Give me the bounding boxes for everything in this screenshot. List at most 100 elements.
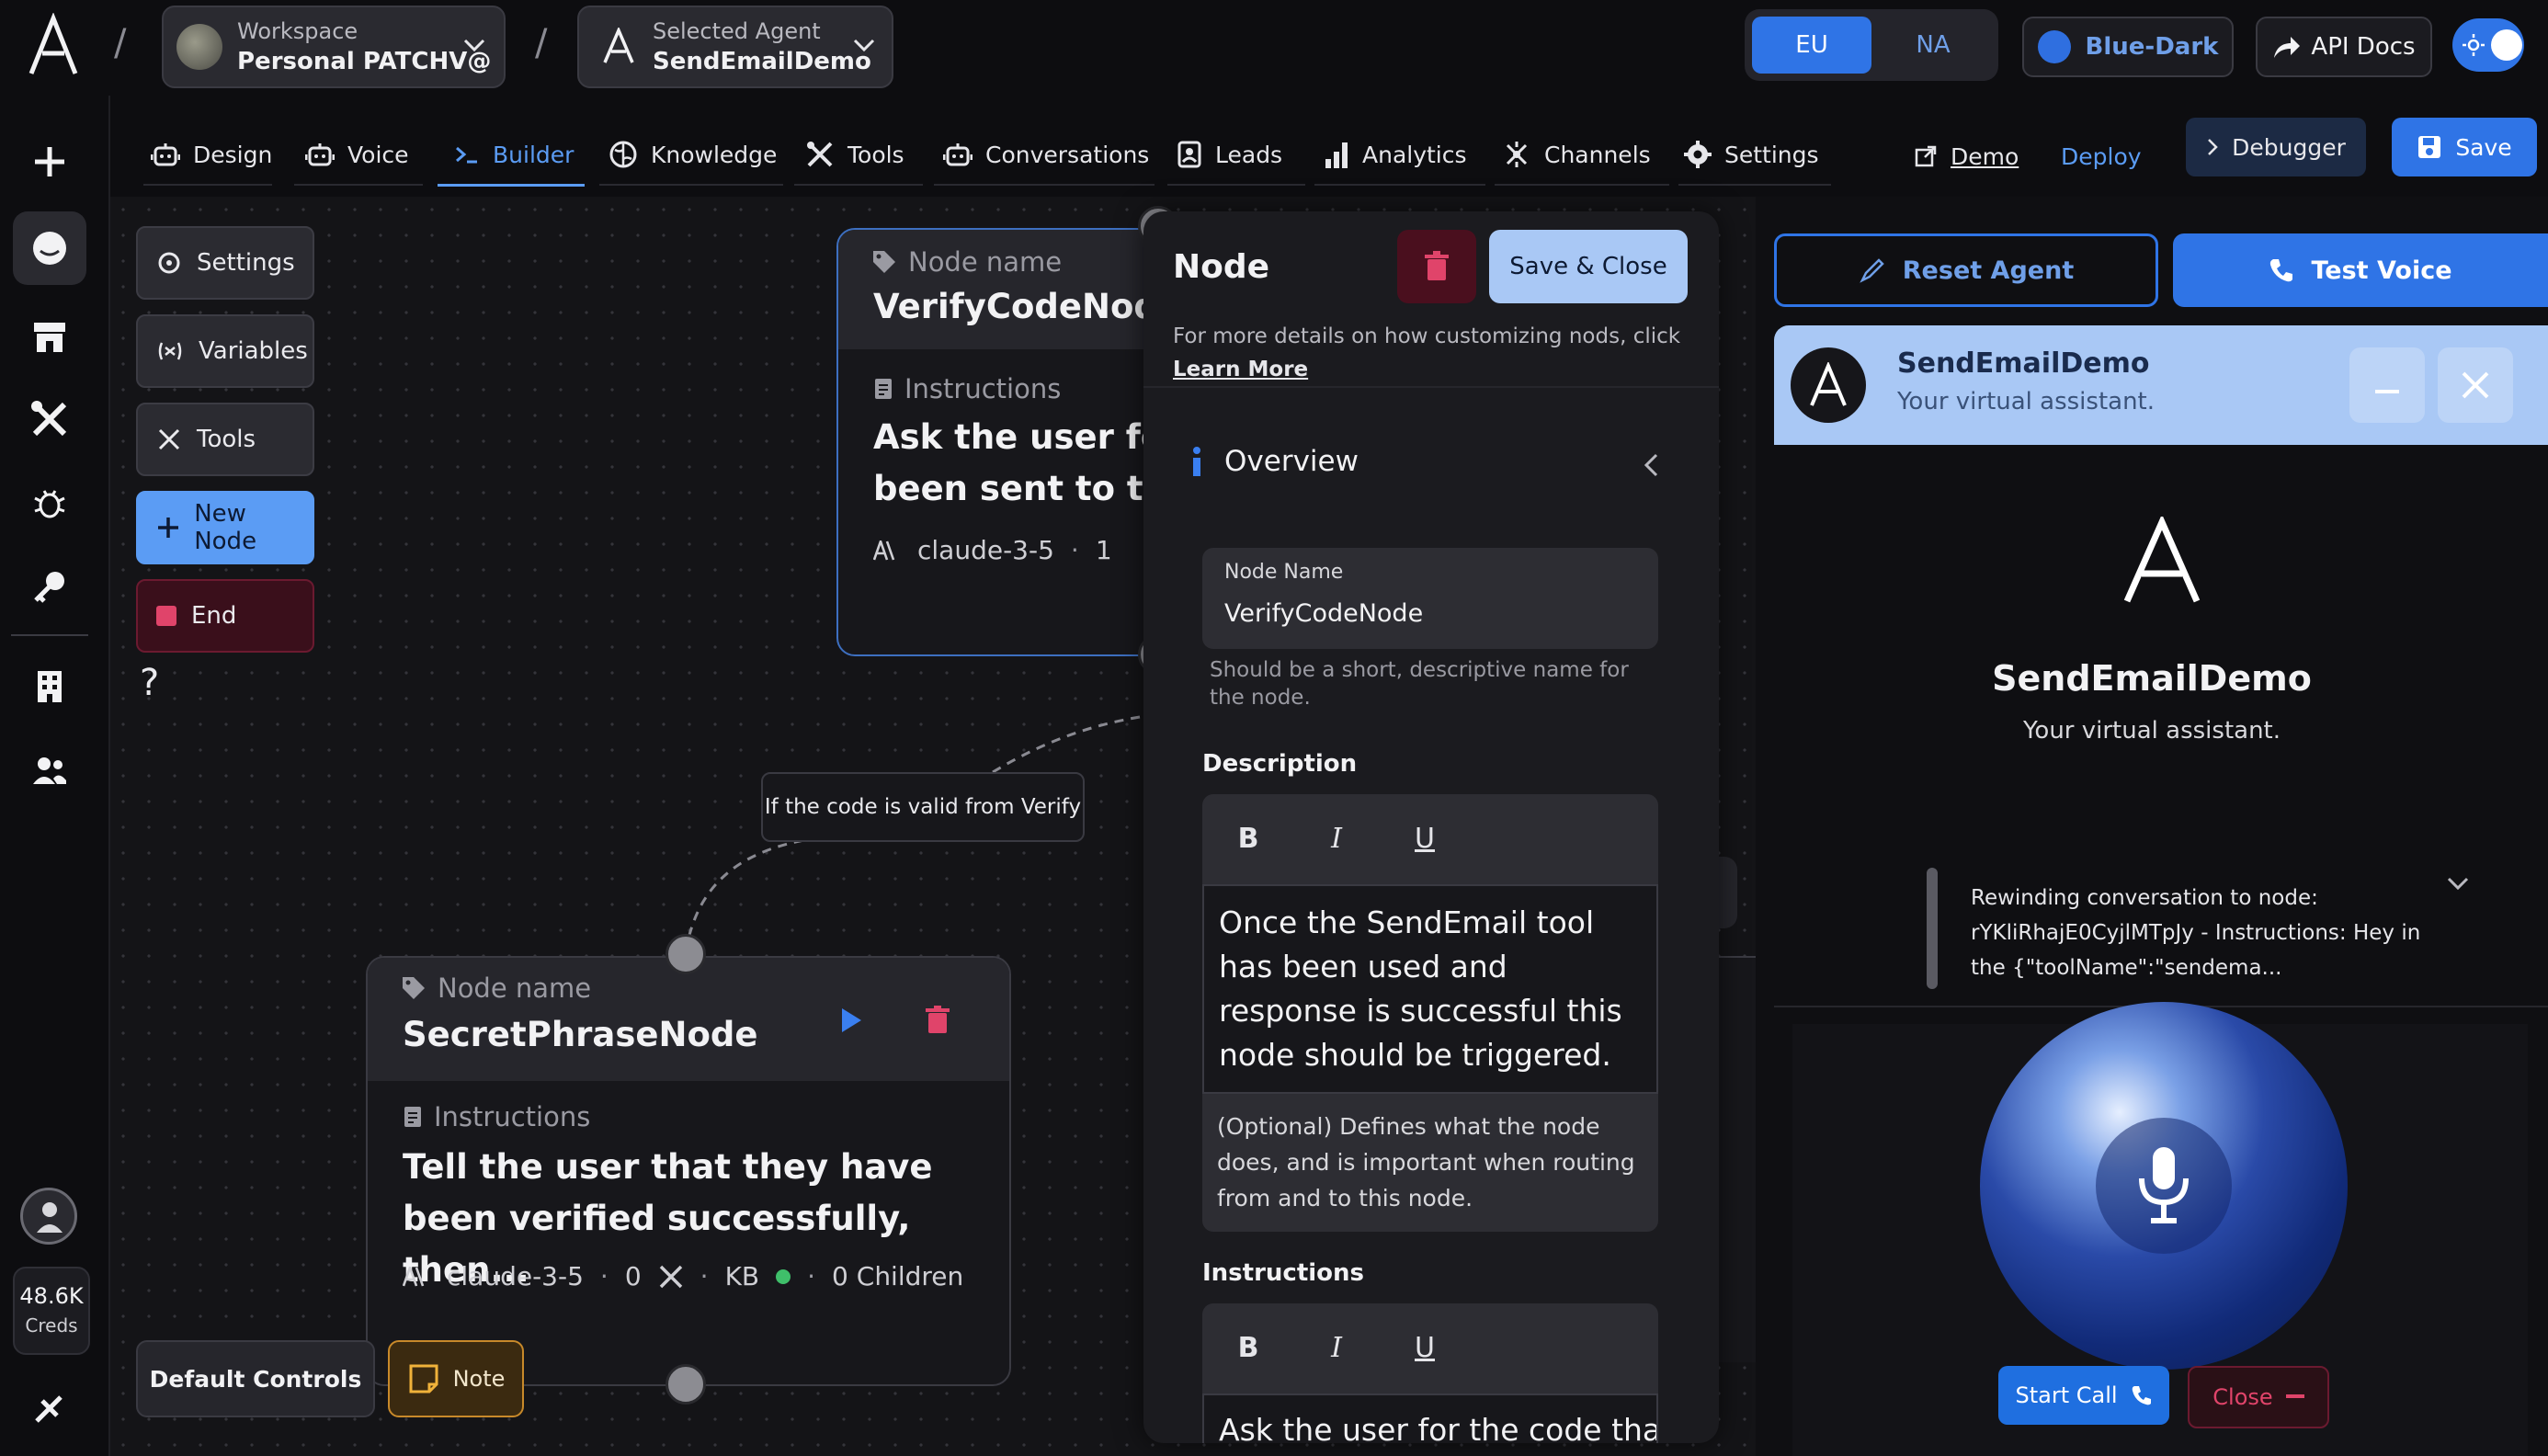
tools-icon[interactable] <box>22 392 77 447</box>
tab-voice-label: Voice <box>347 141 409 168</box>
save-close-button[interactable]: Save & Close <box>1489 230 1688 303</box>
tab-knowledge[interactable]: Knowledge <box>609 127 777 182</box>
region-eu-button[interactable]: EU <box>1752 17 1871 74</box>
variables-button[interactable]: Variables <box>136 314 314 388</box>
tab-tools[interactable]: Tools <box>805 127 904 182</box>
node-model: claude-3-5 <box>447 1261 584 1291</box>
node-name-row: Node name <box>871 246 1062 278</box>
instructions-editor[interactable]: Ask the user for the code that <box>1202 1393 1658 1443</box>
profile-avatar-icon[interactable] <box>20 1188 77 1245</box>
demo-link[interactable]: Demo <box>1914 129 2019 184</box>
node-input-port[interactable] <box>665 934 706 974</box>
add-icon[interactable] <box>22 134 77 189</box>
tab-divider <box>294 184 423 186</box>
note-label: Note <box>452 1366 506 1392</box>
stop-square-icon <box>156 606 176 626</box>
test-voice-label: Test Voice <box>2311 256 2452 285</box>
chevron-down-icon[interactable] <box>2447 877 2469 892</box>
key-icon[interactable] <box>22 559 77 614</box>
close-chat-button[interactable] <box>2438 347 2513 423</box>
canvas-settings-button[interactable]: Settings <box>136 226 314 300</box>
italic-button[interactable]: I <box>1318 818 1355 859</box>
chat-widget-header: SendEmailDemo Your virtual assistant. <box>1774 325 2548 445</box>
anthropic-icon <box>403 1266 425 1286</box>
underline-button[interactable]: U <box>1406 1327 1443 1368</box>
bold-button[interactable]: B <box>1230 818 1267 859</box>
end-node-button[interactable]: End <box>136 579 314 653</box>
tab-analytics[interactable]: Analytics <box>1324 127 1467 182</box>
note-button[interactable]: Note <box>388 1340 524 1417</box>
tab-builder[interactable]: Builder <box>454 127 574 182</box>
credits-badge[interactable]: 48.6K Creds <box>13 1267 90 1355</box>
external-link-icon <box>1915 145 1937 167</box>
minimize-button[interactable] <box>2349 347 2425 423</box>
agent-logo-icon <box>603 28 634 63</box>
node-name-field[interactable]: Node Name VerifyCodeNode <box>1202 548 1658 649</box>
rail-divider <box>11 634 88 636</box>
delete-node-button[interactable] <box>1397 230 1476 303</box>
help-text: For more details on how customizing nods… <box>1173 324 1681 348</box>
agent-dropdown[interactable]: Selected Agent SendEmailDemo <box>577 6 893 88</box>
node-name-input[interactable]: VerifyCodeNode <box>1224 599 1423 628</box>
canvas-tools-button[interactable]: Tools <box>136 403 314 476</box>
gear-icon <box>1684 141 1712 168</box>
tab-settings[interactable]: Settings <box>1684 127 1819 182</box>
voice-orb[interactable] <box>1980 1002 2348 1370</box>
reset-agent-button[interactable]: Reset Agent <box>1774 233 2158 307</box>
workspace-dropdown[interactable]: Workspace Personal PATCHV@ <box>162 6 506 88</box>
test-voice-button[interactable]: Test Voice <box>2173 233 2548 307</box>
region-toggle: EU NA <box>1745 9 1998 81</box>
edge-condition-label[interactable]: If the code is valid from Verify <box>761 772 1085 842</box>
save-button[interactable]: Save <box>2392 118 2537 176</box>
robot-icon <box>305 143 335 166</box>
chevron-down-icon <box>853 39 875 52</box>
play-icon[interactable] <box>838 1006 864 1035</box>
default-controls-button[interactable]: Default Controls <box>136 1340 375 1417</box>
region-na-button[interactable]: NA <box>1873 17 1993 74</box>
building-icon[interactable] <box>22 658 77 713</box>
robot-icon <box>943 143 973 166</box>
italic-button[interactable]: I <box>1318 1327 1355 1368</box>
debugger-button[interactable]: Debugger <box>2186 118 2366 176</box>
trash-icon[interactable] <box>925 1006 950 1035</box>
collapse-pin-icon[interactable] <box>22 1381 77 1436</box>
users-icon[interactable] <box>22 743 77 798</box>
rewind-message: Rewinding conversation to node: rYKliRha… <box>1971 886 2421 980</box>
help-button[interactable]: ? <box>140 662 159 704</box>
deploy-link[interactable]: Deploy <box>2061 129 2142 184</box>
light-mode-toggle[interactable] <box>2452 18 2524 72</box>
instructions-toolbar: B I U <box>1202 1303 1658 1393</box>
deploy-label: Deploy <box>2061 142 2142 170</box>
tab-leads[interactable]: Leads <box>1177 127 1282 182</box>
bug-icon[interactable] <box>22 476 77 531</box>
bold-button[interactable]: B <box>1230 1327 1267 1368</box>
new-node-label: New Node <box>194 500 257 555</box>
instructions-heading: Instructions <box>1202 1259 1365 1287</box>
close-call-button[interactable]: Close <box>2188 1366 2329 1428</box>
learn-more-link[interactable]: Learn More <box>1173 358 1308 381</box>
api-docs-button[interactable]: API Docs <box>2256 17 2432 77</box>
theme-button[interactable]: Blue-Dark <box>2022 17 2234 77</box>
new-node-button[interactable]: New Node <box>136 491 314 564</box>
tab-conversations[interactable]: Conversations <box>943 127 1149 182</box>
tab-design[interactable]: Design <box>151 127 272 182</box>
theme-swatch <box>2037 30 2071 63</box>
chat-bubble-icon[interactable] <box>13 211 86 285</box>
start-call-button[interactable]: Start Call <box>1998 1366 2169 1425</box>
chevron-left-icon[interactable] <box>1642 452 1660 478</box>
underline-button[interactable]: U <box>1406 818 1443 859</box>
tab-channels[interactable]: Channels <box>1502 127 1651 182</box>
document-icon <box>875 379 892 399</box>
description-toolbar: B I U <box>1202 794 1658 884</box>
overview-section-header[interactable]: Overview <box>1189 445 1359 478</box>
app-logo-icon[interactable] <box>28 13 79 79</box>
tab-voice[interactable]: Voice <box>305 127 409 182</box>
secret-phrase-node[interactable]: Node name SecretPhraseNode Instructions … <box>366 956 1011 1386</box>
description-editor[interactable]: Once the SendEmail tool has been used an… <box>1202 884 1658 1094</box>
store-icon[interactable] <box>22 309 77 364</box>
node-output-port[interactable] <box>665 1364 706 1405</box>
tab-divider <box>1314 184 1485 186</box>
end-label: End <box>191 602 237 630</box>
mic-button[interactable] <box>2096 1118 2232 1254</box>
anthropic-icon <box>873 540 895 560</box>
